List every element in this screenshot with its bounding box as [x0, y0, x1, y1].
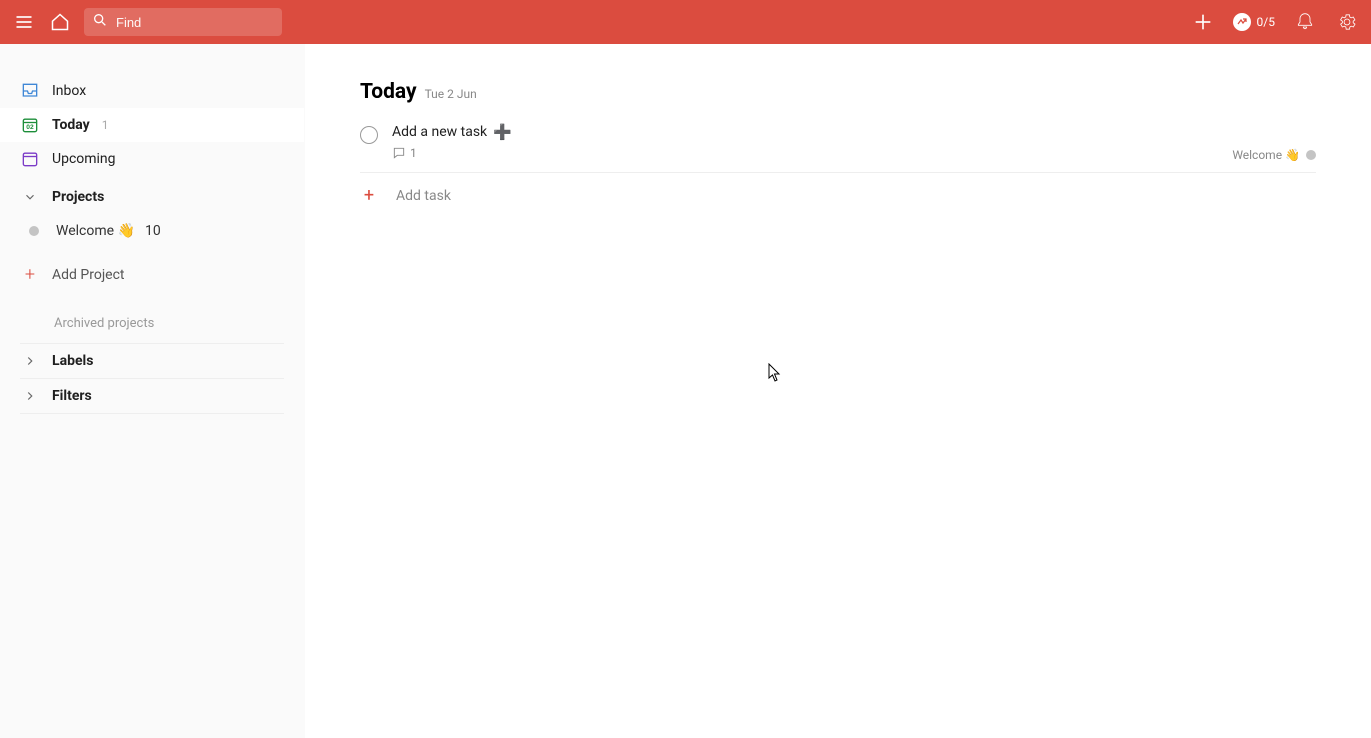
notifications-icon[interactable]	[1293, 10, 1317, 34]
sidebar-section-label: Projects	[52, 189, 104, 205]
topbar: 0/5	[0, 0, 1371, 44]
home-icon[interactable]	[48, 10, 72, 34]
sidebar-item-label: Inbox	[52, 83, 86, 99]
add-task-label: Add task	[396, 188, 451, 204]
settings-icon[interactable]	[1335, 10, 1359, 34]
productivity-score: 0/5	[1257, 15, 1275, 29]
plus-icon: ➕	[493, 125, 512, 140]
plus-icon: +	[22, 266, 38, 284]
task-project-tag[interactable]: Welcome 👋	[1232, 148, 1316, 162]
menu-icon[interactable]	[12, 10, 36, 34]
main-content: Today Tue 2 Jun Add a new task ➕ 1 Welco…	[305, 44, 1371, 738]
today-icon: 02	[18, 113, 42, 137]
project-color-dot	[29, 226, 39, 236]
svg-text:02: 02	[26, 124, 34, 131]
productivity-icon	[1233, 13, 1251, 31]
chevron-right-icon	[18, 349, 42, 373]
sidebar-item-label: Upcoming	[52, 151, 116, 167]
plus-icon: +	[360, 187, 378, 205]
divider	[20, 413, 284, 414]
task-comments[interactable]: 1	[392, 146, 1316, 160]
task-comment-count: 1	[410, 146, 417, 160]
task-title: Add a new task ➕	[392, 124, 1316, 140]
project-color-dot	[1306, 150, 1316, 160]
quick-add-icon[interactable]	[1191, 10, 1215, 34]
chevron-right-icon	[18, 384, 42, 408]
topbar-right: 0/5	[1191, 10, 1359, 34]
productivity-button[interactable]: 0/5	[1233, 13, 1275, 31]
task-body: Add a new task ➕ 1	[392, 124, 1316, 160]
sidebar-section-label: Filters	[52, 388, 92, 404]
sidebar-section-label: Labels	[52, 353, 93, 369]
sidebar-project-count: 10	[145, 223, 161, 239]
sidebar-item-label: Today	[52, 117, 90, 133]
view-header: Today Tue 2 Jun	[360, 80, 1316, 104]
chevron-down-icon	[18, 185, 42, 209]
sidebar-item-upcoming[interactable]: Upcoming	[0, 142, 304, 176]
add-project-label: Add Project	[52, 267, 125, 283]
page-date: Tue 2 Jun	[425, 87, 477, 101]
sidebar-project-welcome[interactable]: Welcome 👋 10	[0, 214, 304, 248]
topbar-left	[12, 8, 282, 36]
sidebar-section-projects[interactable]: Projects	[0, 180, 304, 214]
task-title-text: Add a new task	[392, 124, 487, 140]
search-field[interactable]	[116, 15, 274, 30]
add-task-button[interactable]: + Add task	[360, 173, 1316, 219]
task-checkbox[interactable]	[360, 126, 378, 144]
task-project-label: Welcome 👋	[1232, 148, 1300, 162]
sidebar-section-labels[interactable]: Labels	[0, 344, 304, 378]
sidebar-item-inbox[interactable]: Inbox	[0, 74, 304, 108]
sidebar-project-label: Welcome 👋	[56, 223, 135, 239]
comment-icon	[392, 146, 406, 160]
sidebar-item-today[interactable]: 02 Today 1	[0, 108, 304, 142]
archived-projects-link[interactable]: Archived projects	[0, 292, 304, 343]
search-input[interactable]	[84, 8, 282, 36]
sidebar-section-filters[interactable]: Filters	[0, 379, 304, 413]
sidebar-item-count: 1	[102, 118, 109, 132]
inbox-icon	[18, 79, 42, 103]
upcoming-icon	[18, 147, 42, 171]
task-row[interactable]: Add a new task ➕ 1 Welcome 👋	[360, 122, 1316, 173]
sidebar: Inbox 02 Today 1 Upcoming Projects Welco…	[0, 44, 305, 738]
body: Inbox 02 Today 1 Upcoming Projects Welco…	[0, 44, 1371, 738]
page-title: Today	[360, 80, 417, 104]
add-project-button[interactable]: + Add Project	[0, 258, 304, 292]
search-icon	[92, 12, 108, 32]
